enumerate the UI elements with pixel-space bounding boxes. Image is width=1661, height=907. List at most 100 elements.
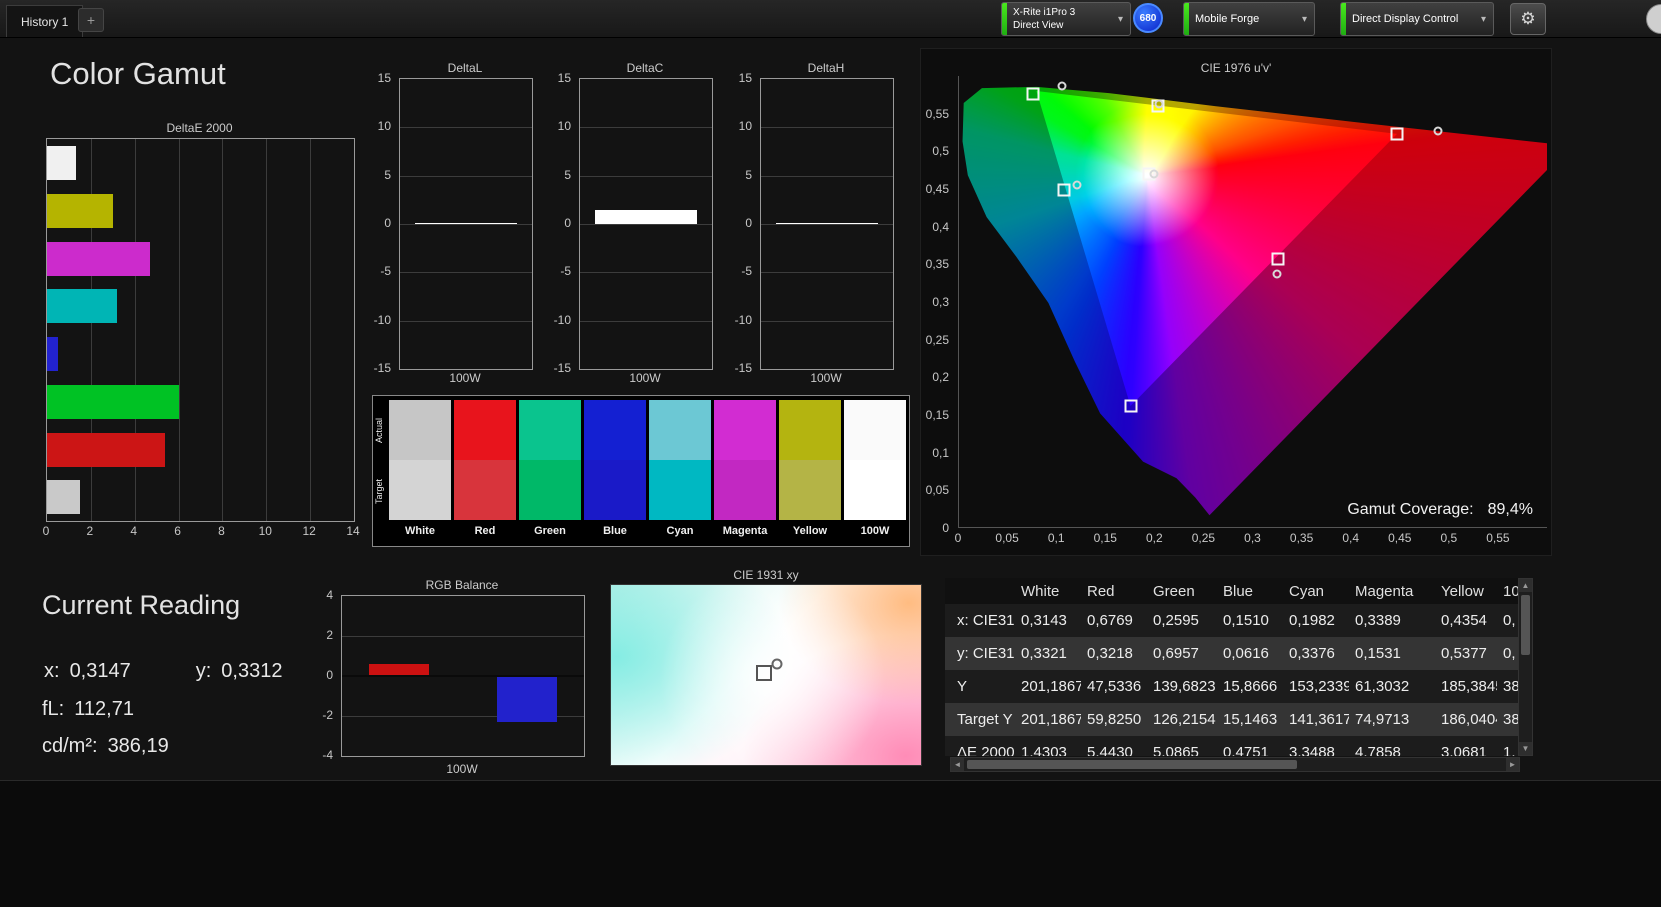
- axis-tick-label: 5: [384, 167, 391, 182]
- axis-tick-label: 15: [557, 71, 571, 85]
- table-value-cell: 0,1510: [1223, 612, 1269, 629]
- axis-tick-label: -2: [322, 708, 333, 722]
- y-axis-labels: 15 10 5 0 -5 -10 -15: [365, 71, 395, 375]
- chart-bar-100w: [414, 222, 518, 224]
- swatch-column-100w: 100W: [844, 400, 906, 540]
- table-header-cell: Green: [1147, 578, 1217, 604]
- current-reading-title: Current Reading: [42, 590, 241, 620]
- meter-label: X-Rite i1Pro 3 Direct View: [1007, 6, 1081, 32]
- measured-circle-marker: [1154, 99, 1164, 109]
- meter-count-badge[interactable]: 680: [1133, 3, 1163, 33]
- deltae-x-axis: 0 2 4 6 8 10 12 14: [43, 524, 360, 540]
- table-value-cell: 0,3376: [1289, 645, 1335, 662]
- bottom-bar: WhiteRedGreenBlueCyanMagentaYellow100W ▴…: [0, 780, 1661, 907]
- source-selector[interactable]: Mobile Forge ▾: [1183, 2, 1315, 36]
- target-swatch: [779, 460, 841, 520]
- x-axis-label: 100W: [629, 371, 661, 385]
- chart-title: DeltaC: [626, 61, 664, 75]
- axis-tick-label: 0,35: [925, 257, 949, 272]
- target-swatch: [844, 460, 906, 520]
- swatch-column-blue: Blue: [584, 400, 646, 540]
- chevron-down-icon: ▾: [1301, 13, 1307, 25]
- axis-tick-label: 0,4: [932, 219, 949, 234]
- gridline: [178, 139, 180, 521]
- table-value-cell: 139,6823: [1153, 678, 1216, 695]
- scroll-down-arrow[interactable]: ▼: [1519, 742, 1532, 755]
- current-reading-fl: fL: 112,71: [42, 698, 134, 721]
- table-value-cell: 0,: [1503, 612, 1516, 629]
- actual-swatch: [779, 400, 841, 460]
- source-label: Mobile Forge: [1195, 12, 1260, 25]
- swatch-label: White: [405, 525, 435, 537]
- axis-tick-label: 0,05: [995, 531, 1019, 545]
- axis-tick-label: 0,25: [925, 332, 949, 347]
- row-label-actual: Actual: [374, 417, 384, 443]
- display-control-selector[interactable]: Direct Display Control ▾: [1340, 2, 1494, 36]
- chart-bar-blue: [496, 676, 558, 722]
- add-tab-button[interactable]: +: [78, 8, 104, 32]
- target-swatch: [714, 460, 776, 520]
- chart-title: DeltaH: [807, 61, 845, 75]
- axis-tick-label: 2: [86, 524, 94, 538]
- axis-tick-label: 0,55: [1486, 531, 1510, 545]
- gridline: [761, 320, 893, 322]
- cie1931-plot: [610, 584, 922, 766]
- table-value-cell: 38: [1503, 678, 1518, 695]
- actual-swatch: [454, 400, 516, 460]
- gridline: [400, 127, 532, 129]
- scroll-left-arrow[interactable]: ◄: [951, 758, 964, 771]
- table-value-cell: 185,3845: [1441, 678, 1497, 695]
- swatch-label: 100W: [860, 525, 890, 537]
- axis-tick-label: -5: [741, 264, 752, 279]
- meter-selector[interactable]: X-Rite i1Pro 3 Direct View ▾: [1001, 2, 1131, 36]
- table-value-cell: 0,4354: [1441, 612, 1487, 629]
- y-axis-labels: 15 10 5 0 -5 -10 -15: [545, 71, 575, 375]
- axis-tick-label: 0,4: [1342, 531, 1359, 545]
- table-value-cell: 1,4303: [1021, 744, 1067, 756]
- table-value-cell: 0,2595: [1153, 612, 1199, 629]
- target-square-marker: [1390, 127, 1404, 141]
- table-value-cell: 126,2154: [1153, 711, 1216, 728]
- app-menu-button[interactable]: [1646, 4, 1661, 34]
- top-bar: History 1 + X-Rite i1Pro 3 Direct View ▾…: [0, 0, 1661, 38]
- scroll-up-arrow[interactable]: ▲: [1519, 579, 1532, 592]
- axis-tick-label: 0,45: [1388, 531, 1412, 545]
- deltae-bar-green: [47, 384, 179, 419]
- gridline: [400, 320, 532, 322]
- axis-tick-label: 10: [557, 119, 571, 134]
- deltac-chart: DeltaC 15 10 5 0 -5 -10 -15 100W: [545, 47, 715, 392]
- cdm2-value: 386,19: [107, 735, 169, 757]
- plot-area: [579, 78, 713, 370]
- cdm2-label: cd/m²:: [42, 735, 98, 757]
- scroll-right-arrow[interactable]: ►: [1506, 758, 1519, 771]
- table-header-cell: Red: [1081, 578, 1147, 604]
- current-reading-cdm2: cd/m²: 386,19: [42, 735, 169, 758]
- gridline: [222, 139, 224, 521]
- settings-button[interactable]: ⚙: [1510, 3, 1546, 35]
- target-swatch: [519, 460, 581, 520]
- target-swatch: [389, 460, 451, 520]
- cie1976-y-axis: 0,55 0,5 0,45 0,4 0,35 0,3 0,25 0,2 0,15 0,1 0,05 0: [921, 76, 955, 535]
- chart-bar-100w: [594, 210, 698, 224]
- measurement-table: WhiteRedGreenBlueCyanMagentaYellow100Wx:…: [945, 578, 1518, 756]
- display-control-label: Direct Display Control: [1352, 12, 1459, 25]
- axis-tick-label: 0,15: [925, 408, 949, 422]
- actual-swatch: [584, 400, 646, 460]
- x-value: 0,3147: [69, 660, 131, 682]
- gridline: [761, 175, 893, 177]
- current-reading-xy: x: 0,3147 y: 0,3312: [44, 660, 282, 683]
- actual-swatch: [649, 400, 711, 460]
- horizontal-scroll-thumb[interactable]: [967, 760, 1297, 769]
- measured-circle-marker: [1149, 169, 1159, 179]
- tab-history-1[interactable]: History 1: [6, 5, 84, 37]
- target-square-marker: [1057, 183, 1071, 196]
- row-label-cell: Target Y: [957, 711, 1013, 728]
- axis-tick-label: 0,15: [1093, 531, 1117, 545]
- meter-name: X-Rite i1Pro 3: [1013, 7, 1076, 18]
- axis-tick-label: 4: [326, 588, 333, 602]
- vertical-scroll-thumb[interactable]: [1521, 595, 1530, 655]
- axis-tick-label: 0,05: [925, 483, 949, 498]
- gridline: [580, 175, 712, 177]
- swatch-label: Yellow: [792, 525, 828, 537]
- axis-tick-label: 0,2: [1145, 531, 1163, 545]
